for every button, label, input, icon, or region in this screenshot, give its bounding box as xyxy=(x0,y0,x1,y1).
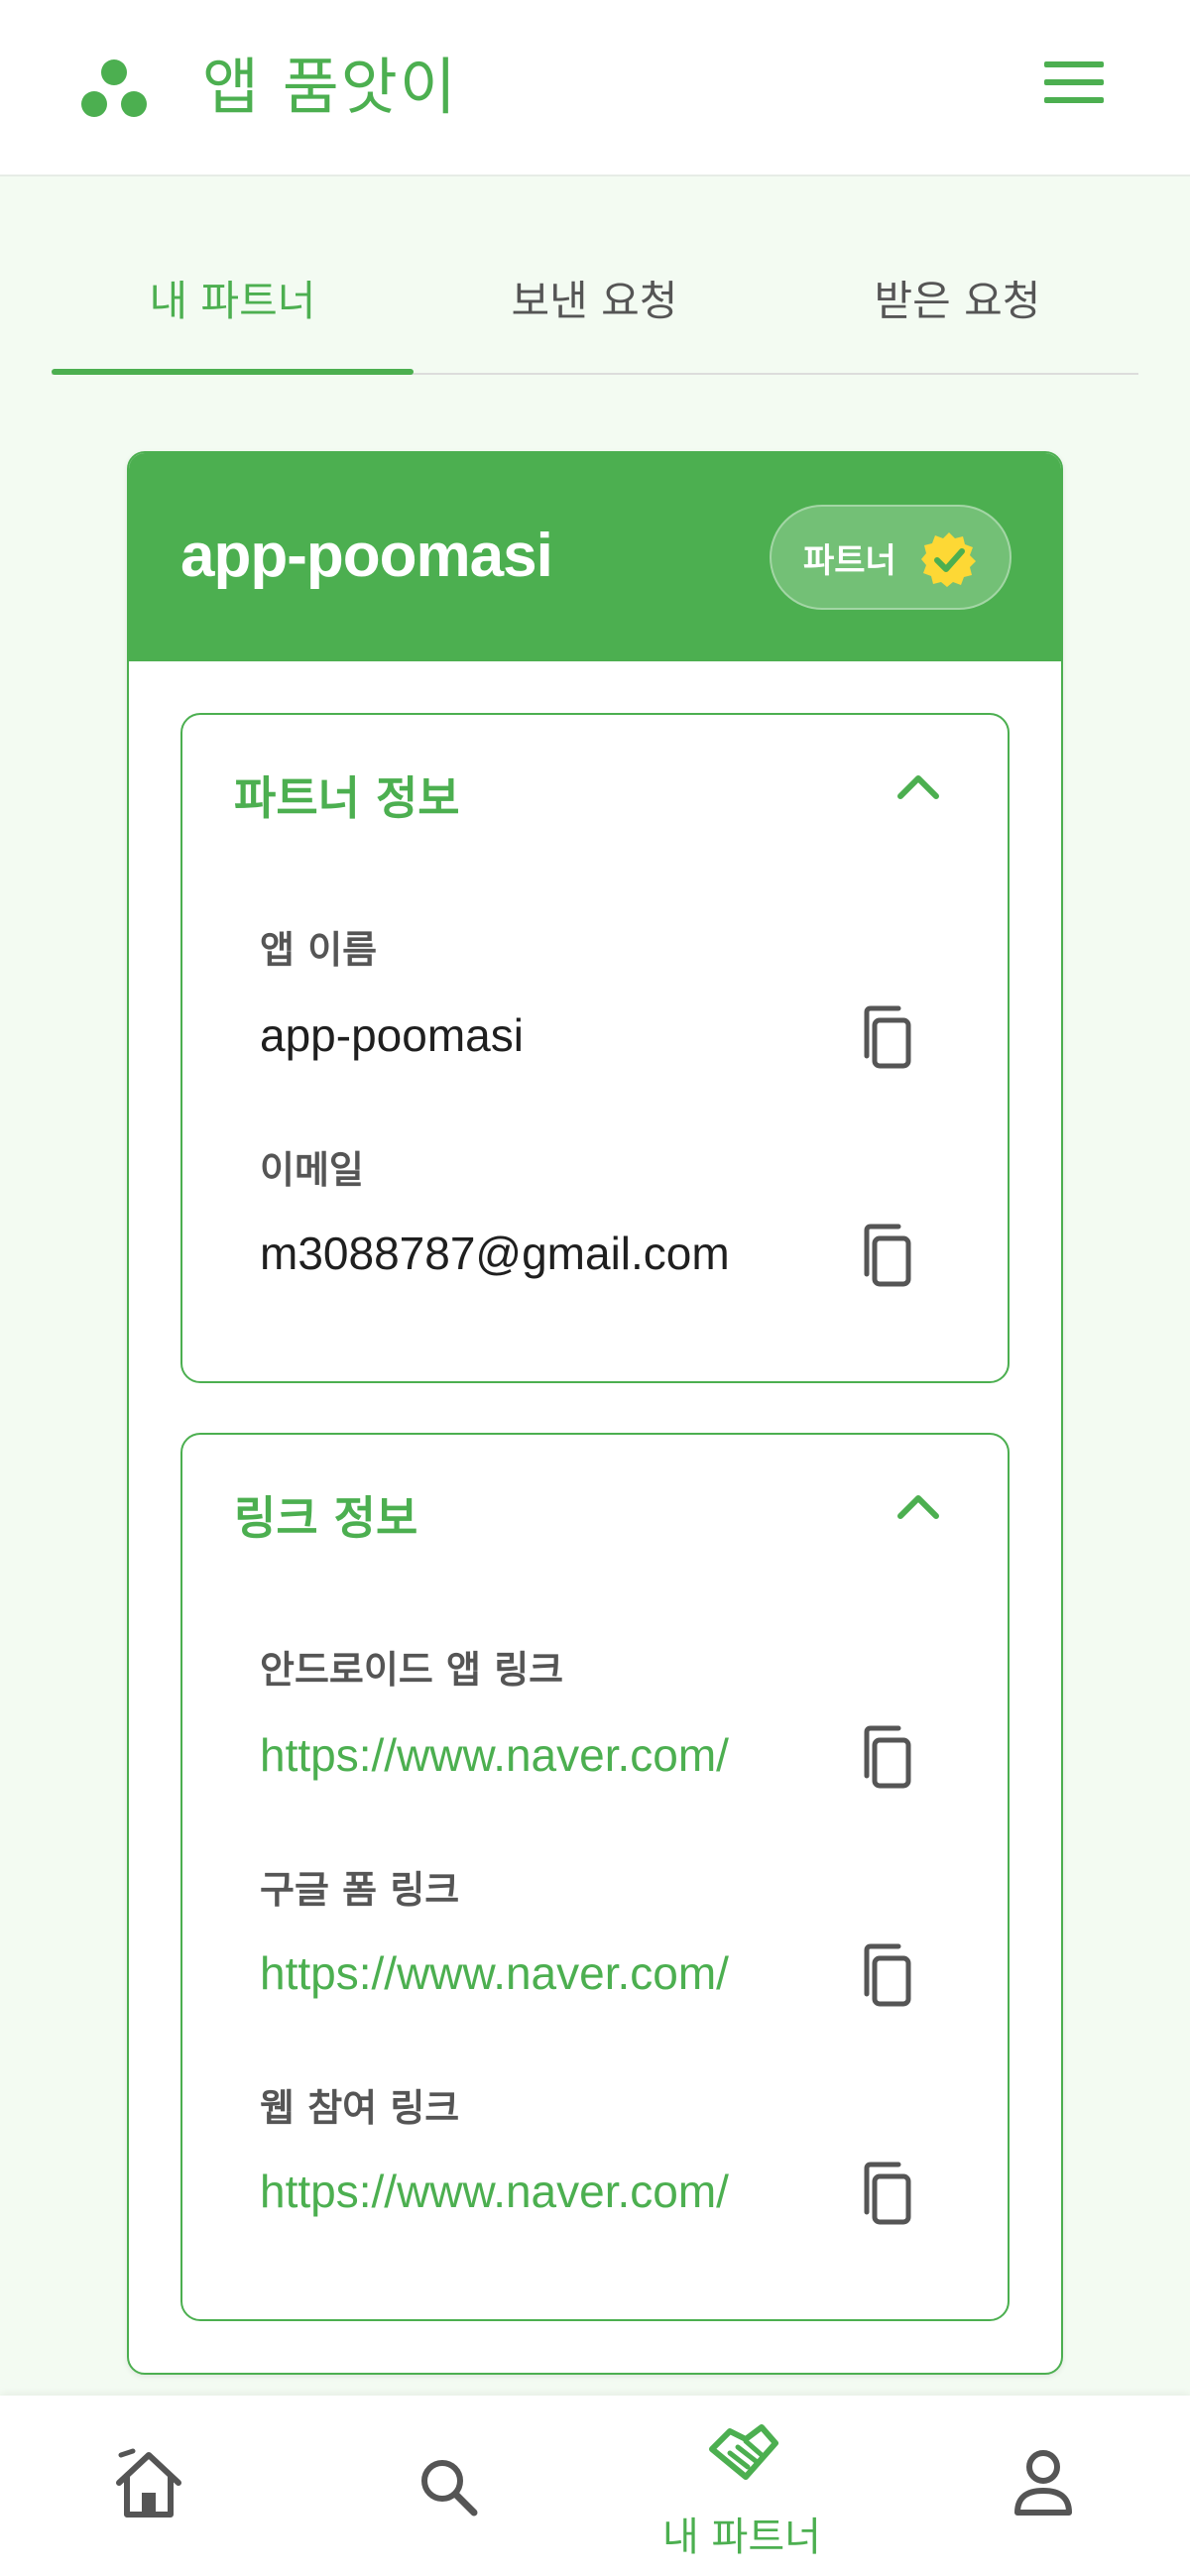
active-tab-indicator xyxy=(52,369,414,375)
bottom-navigation: 내 파트너 xyxy=(0,2396,1190,2576)
nav-my-partners-label: 내 파트너 xyxy=(662,2515,821,2560)
chevron-up-icon[interactable] xyxy=(894,770,942,802)
app-header: 앱 품앗이 xyxy=(0,0,1190,176)
link-info-section: 링크 정보 안드로이드 앱 링크 https://www.naver.com/ … xyxy=(180,1433,1010,2321)
verified-check-icon xyxy=(921,532,976,587)
tab-my-partners[interactable]: 내 파트너 xyxy=(52,236,414,375)
nav-profile[interactable] xyxy=(952,2396,1130,2576)
web-link-label: 웹 참여 링크 xyxy=(260,2086,460,2130)
partner-info-section: 파트너 정보 앱 이름 app-poomasi 이메일 m3088787@gma… xyxy=(180,713,1010,1383)
tab-received-requests[interactable]: 받은 요청 xyxy=(776,236,1138,375)
email-value: m3088787@gmail.com xyxy=(260,1228,730,1279)
android-link-value[interactable]: https://www.naver.com/ xyxy=(260,1728,729,1782)
copy-icon[interactable] xyxy=(857,1724,920,1792)
partner-badge-label: 파트너 xyxy=(803,540,896,581)
copy-icon[interactable] xyxy=(857,1223,920,1290)
handshake-icon xyxy=(709,2424,778,2480)
nav-home[interactable] xyxy=(60,2396,238,2576)
hamburger-menu-icon[interactable] xyxy=(1041,58,1107,107)
copy-icon[interactable] xyxy=(857,1942,920,2010)
chevron-up-icon[interactable] xyxy=(894,1490,942,1522)
home-icon xyxy=(116,2448,181,2517)
google-form-link-label: 구글 폼 링크 xyxy=(260,1868,460,1912)
copy-icon[interactable] xyxy=(857,2161,920,2228)
nav-search[interactable] xyxy=(357,2396,536,2576)
nav-my-partners[interactable]: 내 파트너 xyxy=(635,2396,853,2576)
google-form-link-value[interactable]: https://www.naver.com/ xyxy=(260,1946,729,2000)
copy-icon[interactable] xyxy=(857,1004,920,1072)
email-label: 이메일 xyxy=(260,1148,364,1192)
card-header: app-poomasi 파트너 xyxy=(129,453,1061,661)
three-dots-logo-icon xyxy=(81,59,147,117)
tab-bar: 내 파트너 보낸 요청 받은 요청 xyxy=(52,236,1138,375)
app-name-value: app-poomasi xyxy=(260,1009,524,1061)
app-title: 앱 품앗이 xyxy=(202,51,458,123)
link-info-title: 링크 정보 xyxy=(234,1491,418,1545)
partner-app-name-title: app-poomasi xyxy=(180,522,553,590)
partner-card: app-poomasi 파트너 파트너 정보 앱 이름 app-poomasi … xyxy=(127,451,1063,2375)
android-link-label: 안드로이드 앱 링크 xyxy=(260,1648,564,1692)
search-icon xyxy=(421,2460,478,2517)
person-icon xyxy=(1014,2450,1072,2516)
app-name-label: 앱 이름 xyxy=(260,928,378,972)
tab-sent-requests[interactable]: 보낸 요청 xyxy=(414,236,775,375)
web-link-value[interactable]: https://www.naver.com/ xyxy=(260,2165,729,2218)
partner-info-title: 파트너 정보 xyxy=(234,771,460,825)
partner-status-badge: 파트너 xyxy=(770,505,1012,610)
